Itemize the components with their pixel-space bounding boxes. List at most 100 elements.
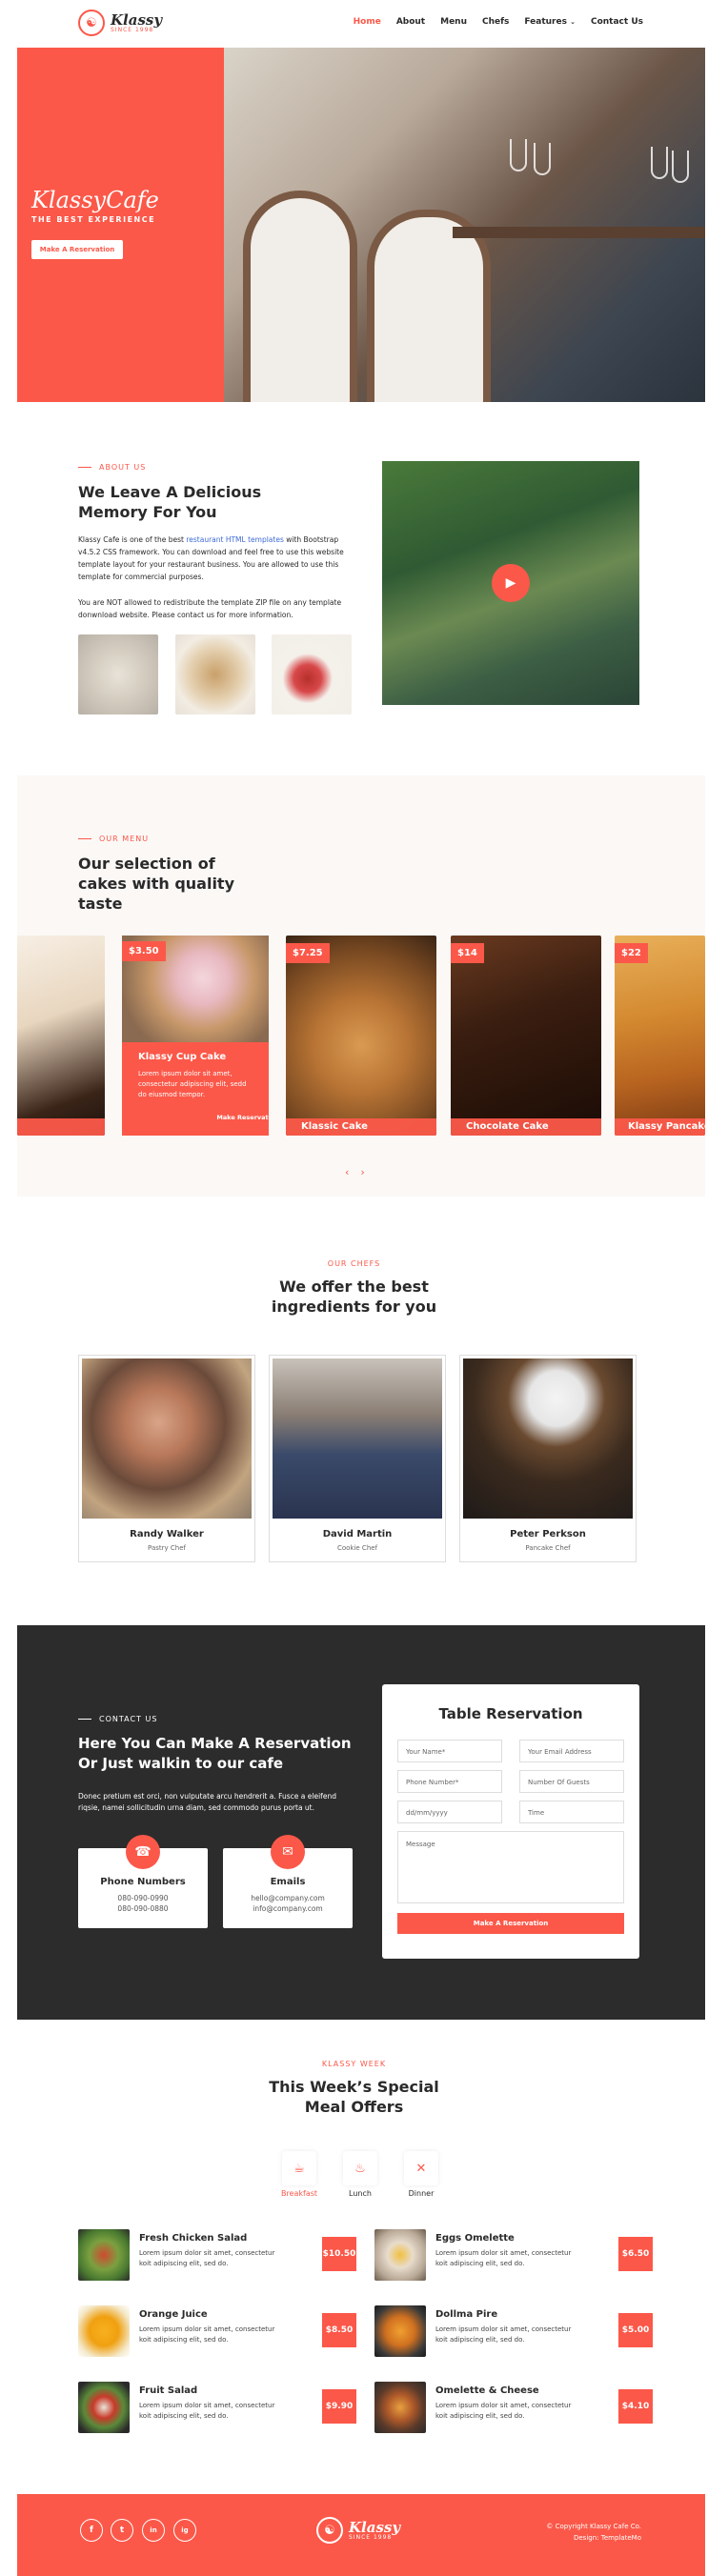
chef-card[interactable]: Peter Perkson Pancake Chef [459,1355,637,1562]
twitter-icon[interactable]: t [111,2519,133,2542]
design-credit[interactable]: Design: TemplateMo [546,2532,641,2544]
nav-menu[interactable]: Menu [440,17,467,27]
mail-icon: ✉ [271,1835,305,1869]
week-tag: KLASSY WEEK [321,2060,387,2068]
reservation-title: Here You Can Make A Reservation Or Just … [78,1735,352,1772]
meal-item[interactable]: Orange Juice Lorem ipsum dolor sit amet,… [78,2305,356,2359]
chef-role: Pastry Chef [148,1544,186,1552]
tab-dinner[interactable]: ✕ Dinner [396,2151,446,2204]
chevron-down-icon: ⌄ [570,18,576,26]
fork-spoon-icon: ☯ [316,2517,343,2544]
week-title: This Week’s Special Meal Offers [0,2077,708,2117]
hero-panel [17,48,224,402]
chevron-left-icon[interactable]: ‹ [345,1166,349,1178]
linkedin-icon[interactable]: in [142,2519,165,2542]
tab-breakfast[interactable]: ☕ Breakfast [274,2151,324,2204]
menu-tag: OUR MENU [78,835,149,843]
chefs-title-text: We offer the best ingredients for you [271,1278,437,1316]
meal-item[interactable]: Fresh Chicken Salad Lorem ipsum dolor si… [78,2229,356,2283]
meal-desc: Lorem ipsum dolor sit amet, consectetur … [435,2249,572,2267]
phone-icon: ☎ [126,1835,160,1869]
meal-image [374,2305,426,2357]
about-video[interactable]: ▶ [382,461,639,705]
name-input[interactable]: Your Name* [397,1740,502,1762]
reservation-desc: Donec pretium est orci, non vulputate ar… [78,1792,336,1812]
meal-name: Dollma Pire [435,2309,498,2320]
instagram-icon[interactable]: ig [173,2519,196,2542]
message-textarea[interactable]: Message [397,1831,624,1903]
meal-item[interactable]: Omelette & Cheese Lorem ipsum dolor sit … [374,2382,653,2435]
wine-glass-shape [510,139,527,171]
email-address[interactable]: info@company.com [223,1904,353,1913]
about-thumb-dumplings[interactable] [78,634,158,714]
meal-price: $5.00 [618,2313,653,2347]
fork-spoon-icon: ☯ [78,10,105,36]
meal-price: $10.50 [322,2237,356,2271]
facebook-icon[interactable]: f [80,2519,103,2542]
menu-card-partial[interactable] [17,936,105,1136]
nav-features[interactable]: Features ⌄ [524,17,576,27]
meal-price: $8.50 [322,2313,356,2347]
nav-contact[interactable]: Contact Us [591,17,643,27]
submit-reservation-button[interactable]: Make A Reservation [397,1913,624,1934]
chair-shape [243,191,357,402]
play-icon[interactable]: ▶ [492,564,530,602]
meal-image [78,2229,130,2281]
hero-reservation-button[interactable]: Make A Reservation [31,240,123,259]
chef-name: David Martin [322,1529,393,1540]
meal-item[interactable]: Eggs Omelette Lorem ipsum dolor sit amet… [374,2229,653,2283]
menu-card[interactable]: $7.25 Klassic Cake [286,936,436,1136]
date-input[interactable]: dd/mm/yyyy [397,1801,502,1823]
email-address[interactable]: hello@company.com [223,1894,353,1902]
chef-photo [463,1358,633,1519]
chef-role: Pancake Chef [525,1544,571,1552]
phone-number[interactable]: 080-090-0880 [78,1904,208,1913]
menu-price: $14 [451,943,484,963]
lunch-icon: ♨ [343,2151,377,2185]
chefs-tag: OUR CHEFS [327,1259,381,1268]
reservation-form: Table Reservation Your Name* Your Email … [382,1684,639,1959]
chef-card[interactable]: Randy Walker Pastry Chef [78,1355,255,1562]
make-reservation-link[interactable]: Make Reservation → [138,1107,269,1128]
dinner-icon: ✕ [404,2151,438,2185]
meal-name: Orange Juice [139,2309,208,2320]
about-text: Klassy Cafe is one of the best [78,535,187,544]
nav-home[interactable]: Home [354,17,381,27]
about-thumb-dish[interactable] [175,634,255,714]
menu-item-name: Chocolate Cake [451,1118,601,1136]
email-title: Emails [270,1877,306,1887]
hero-banner: KlassyCafe THE BEST EXPERIENCE Make A Re… [17,48,705,402]
chefs-title: We offer the best ingredients for you [0,1277,708,1317]
chef-photo [273,1358,442,1519]
about-link[interactable]: restaurant HTML templates [186,535,284,544]
nav-chefs[interactable]: Chefs [482,17,509,27]
nav-about[interactable]: About [396,17,425,27]
meal-desc: Lorem ipsum dolor sit amet, consectetur … [435,2402,572,2420]
phone-number[interactable]: 080-090-0990 [78,1894,208,1902]
brand-logo[interactable]: ☯ Klassy SINCE 1998 [78,10,162,36]
about-paragraph-1: Klassy Cafe is one of the best restauran… [78,533,345,583]
footer-brand-name: Klassy [349,2518,401,2536]
tab-label: Dinner [408,2189,435,2198]
meal-item[interactable]: Dollma Pire Lorem ipsum dolor sit amet, … [374,2305,653,2359]
contact-tag: CONTACT US [78,1715,157,1723]
footer-logo[interactable]: ☯ Klassy SINCE 1998 [316,2517,400,2544]
menu-card[interactable]: $22 Klassy Pancake [615,936,705,1136]
tab-lunch[interactable]: ♨ Lunch [335,2151,385,2204]
meal-image [374,2229,426,2281]
about-thumb-tea[interactable] [272,634,352,714]
meal-item[interactable]: Fruit Salad Lorem ipsum dolor sit amet, … [78,2382,356,2435]
menu-card[interactable]: $14 Chocolate Cake [451,936,601,1136]
chef-role: Cookie Chef [336,1544,378,1552]
time-select[interactable]: Time [519,1801,624,1823]
email-input[interactable]: Your Email Address [519,1740,624,1762]
menu-item-name: Klassy Cup Cake [138,1052,227,1062]
copyright-text: © Copyright Klassy Cafe Co. [546,2523,641,2530]
menu-card-featured[interactable]: $3.50 Klassy Cup Cake Lorem ipsum dolor … [122,936,269,1136]
phone-input[interactable]: Phone Number* [397,1770,502,1793]
chevron-right-icon[interactable]: › [360,1166,364,1178]
guests-select[interactable]: Number Of Guests [519,1770,624,1793]
tab-label: Lunch [349,2189,372,2198]
chef-card[interactable]: David Martin Cookie Chef [269,1355,446,1562]
menu-title: Our selection of cakes with quality tast… [78,855,234,913]
